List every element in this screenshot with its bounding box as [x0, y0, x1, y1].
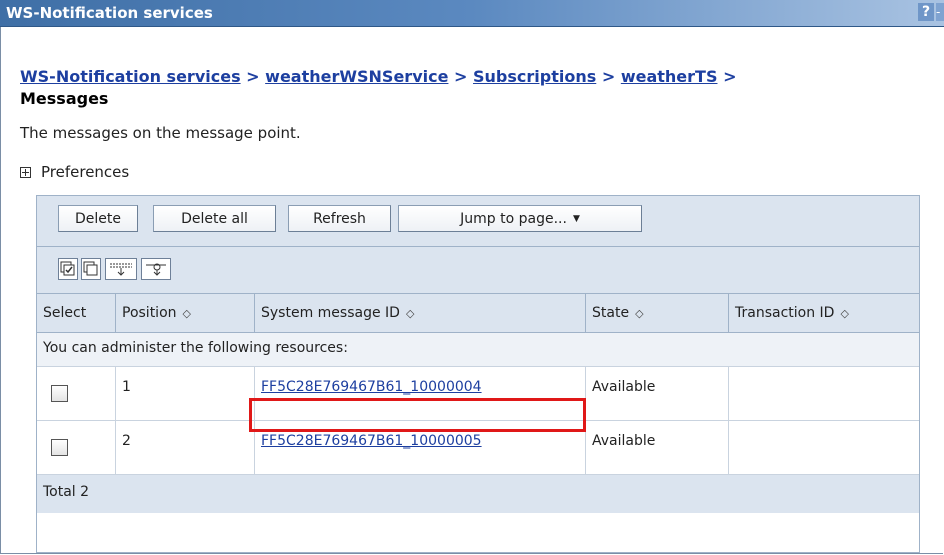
- total-row: Total 2: [37, 474, 919, 513]
- column-header-state[interactable]: State ◇: [585, 294, 729, 333]
- select-cell: [37, 366, 116, 421]
- breadcrumb: WS-Notification services > weatherWSNSer…: [20, 66, 920, 110]
- position-cell: 1: [115, 366, 255, 421]
- sort-icon[interactable]: ◇: [635, 307, 643, 320]
- column-header-transaction-id[interactable]: Transaction ID ◇: [728, 294, 919, 333]
- sort-icon[interactable]: ◇: [406, 307, 414, 320]
- breadcrumb-link-weatherts[interactable]: weatherTS: [621, 67, 718, 86]
- table-header-row: Select Position ◇ System message ID ◇ Stat…: [37, 294, 919, 333]
- admin-notice-row: You can administer the following resourc…: [37, 332, 919, 367]
- delete-button[interactable]: Delete: [58, 205, 138, 232]
- row-checkbox[interactable]: [51, 385, 68, 402]
- column-header-message-id[interactable]: System message ID ◇: [254, 294, 586, 333]
- select-all-icon[interactable]: [58, 258, 78, 280]
- window-titlebar: WS-Notification services ? -: [0, 0, 944, 27]
- admin-notice: You can administer the following resourc…: [37, 332, 919, 367]
- jump-to-page-dropdown[interactable]: Jump to page... ▼: [398, 205, 642, 232]
- select-cell: [37, 420, 116, 475]
- delete-all-button[interactable]: Delete all: [153, 205, 276, 232]
- window-title: WS-Notification services: [6, 4, 213, 22]
- position-cell: 2: [115, 420, 255, 475]
- help-button[interactable]: ?: [918, 3, 934, 21]
- transaction-id-cell: [728, 366, 919, 421]
- show-filter-icon[interactable]: [105, 258, 137, 280]
- total-count: Total 2: [37, 474, 919, 513]
- preferences-label: Preferences: [41, 163, 130, 181]
- breadcrumb-link-ws-notification[interactable]: WS-Notification services: [20, 67, 241, 86]
- column-header-position[interactable]: Position ◇: [115, 294, 255, 333]
- deselect-all-icon[interactable]: [81, 258, 101, 280]
- breadcrumb-separator: >: [723, 67, 737, 86]
- refresh-button[interactable]: Refresh: [288, 205, 391, 232]
- column-header-select: Select: [37, 294, 116, 333]
- breadcrumb-separator: >: [246, 67, 260, 86]
- breadcrumb-separator: >: [601, 67, 616, 86]
- minimize-button[interactable]: -: [936, 3, 944, 21]
- transaction-id-cell: [728, 420, 919, 475]
- expand-plus-icon[interactable]: [20, 166, 31, 178]
- messages-panel: Delete Delete all Refresh Jump to page..…: [36, 195, 920, 553]
- message-id-link[interactable]: FF5C28E769467B61_10000005: [261, 433, 482, 449]
- page-description: The messages on the message point.: [20, 124, 301, 142]
- preferences-toggle[interactable]: Preferences: [20, 163, 129, 181]
- state-cell: Available: [585, 420, 729, 475]
- jump-to-page-label: Jump to page...: [460, 211, 567, 227]
- highlight-box: [249, 398, 586, 432]
- row-checkbox[interactable]: [51, 439, 68, 456]
- clear-filter-icon[interactable]: [141, 258, 171, 280]
- breadcrumb-link-subscriptions[interactable]: Subscriptions: [473, 67, 596, 86]
- dropdown-caret-icon: ▼: [572, 214, 580, 224]
- state-cell: Available: [585, 366, 729, 421]
- icon-toolbar: [37, 247, 919, 294]
- message-id-link[interactable]: FF5C28E769467B61_10000004: [261, 379, 482, 395]
- sort-icon[interactable]: ◇: [183, 307, 191, 320]
- sort-icon[interactable]: ◇: [840, 307, 848, 320]
- breadcrumb-separator: >: [454, 67, 468, 86]
- button-toolbar: Delete Delete all Refresh Jump to page..…: [37, 196, 919, 247]
- page-title: Messages: [20, 89, 109, 108]
- breadcrumb-link-weatherwsnservice[interactable]: weatherWSNService: [265, 67, 448, 86]
